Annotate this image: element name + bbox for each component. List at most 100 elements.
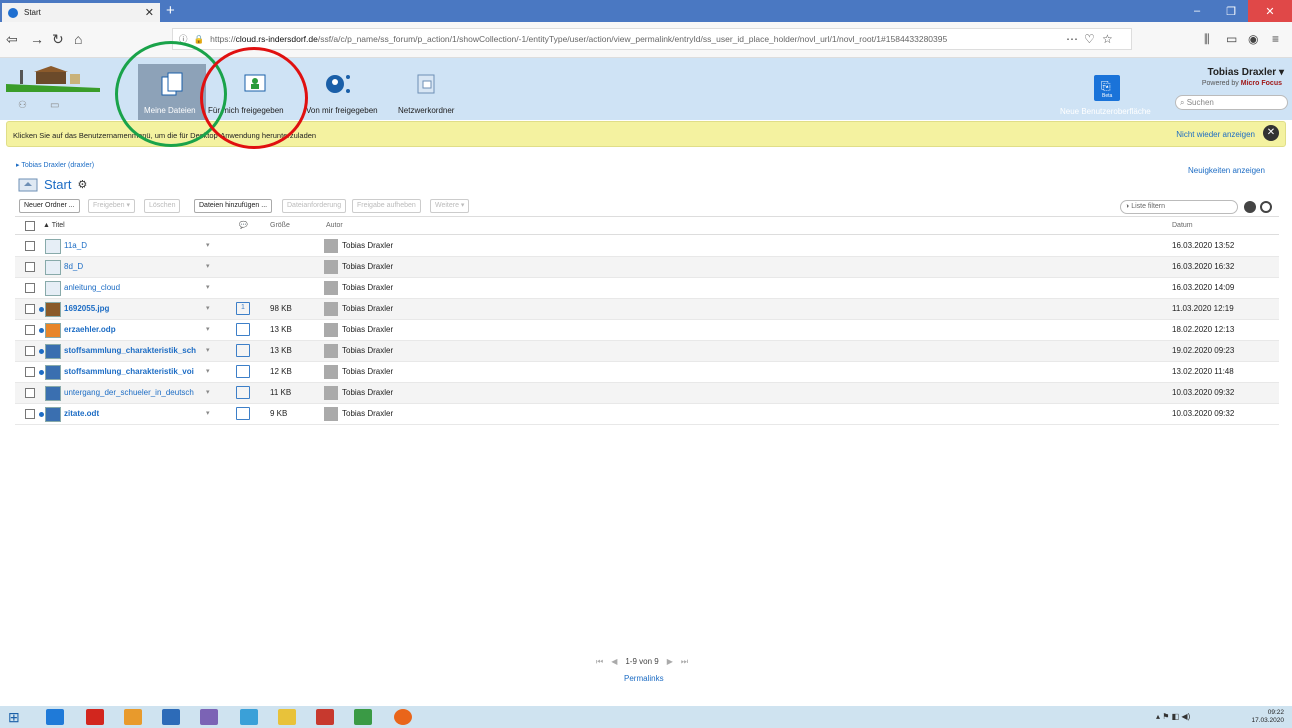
row-menu-icon[interactable]: ▾ bbox=[206, 409, 210, 417]
author-name[interactable]: Tobias Draxler bbox=[342, 325, 393, 334]
column-size[interactable]: Größe bbox=[270, 222, 290, 229]
nav-shared-by-me[interactable]: Von mir freigegeben bbox=[306, 106, 378, 115]
comment-icon[interactable] bbox=[236, 365, 250, 378]
file-name-link[interactable]: stoffsammlung_charakteristik_voi bbox=[64, 367, 202, 376]
filter-go-icon[interactable] bbox=[1244, 201, 1256, 213]
table-row[interactable]: stoffsammlung_charakteristik_sch ▾ 13 KB To… bbox=[15, 341, 1279, 362]
prev-page-icon[interactable]: ◀ bbox=[611, 657, 617, 667]
menu-icon[interactable]: ≡ bbox=[1272, 32, 1279, 46]
table-row[interactable]: anleitung_cloud ▾ Tobias Draxler 16.03.2020… bbox=[15, 278, 1279, 299]
author-name[interactable]: Tobias Draxler bbox=[342, 367, 393, 376]
network-folder-icon[interactable] bbox=[406, 66, 446, 102]
row-menu-icon[interactable]: ▾ bbox=[206, 367, 210, 375]
new-folder-button[interactable]: Neuer Ordner ... bbox=[19, 199, 80, 213]
row-checkbox[interactable] bbox=[25, 409, 35, 419]
author-name[interactable]: Tobias Draxler bbox=[342, 262, 393, 271]
column-date[interactable]: Datum bbox=[1172, 222, 1193, 229]
next-page-icon[interactable]: ▶ bbox=[667, 657, 673, 667]
add-files-button[interactable]: Dateien hinzufügen ... bbox=[194, 199, 273, 213]
row-menu-icon[interactable]: ▾ bbox=[206, 241, 210, 249]
table-row[interactable]: stoffsammlung_charakteristik_voi ▾ 12 KB To… bbox=[15, 362, 1279, 383]
network-app-icon[interactable] bbox=[240, 709, 258, 725]
share-button[interactable]: Freigeben ▾ bbox=[88, 199, 135, 213]
page-options-icon[interactable]: ⚙ bbox=[77, 178, 87, 191]
row-checkbox[interactable] bbox=[25, 346, 35, 356]
browser-tab[interactable]: Start ✕ bbox=[2, 3, 160, 22]
file-request-button[interactable]: Dateianforderung bbox=[282, 199, 347, 213]
row-menu-icon[interactable]: ▾ bbox=[206, 283, 210, 291]
row-menu-icon[interactable]: ▾ bbox=[206, 325, 210, 333]
comment-icon[interactable] bbox=[236, 344, 250, 357]
tab-close-icon[interactable]: ✕ bbox=[145, 6, 154, 19]
shared-by-me-icon[interactable] bbox=[318, 66, 358, 102]
table-row[interactable]: zitate.odt ▾ 9 KB Tobias Draxler 10.03.2020 … bbox=[15, 404, 1279, 425]
row-checkbox[interactable] bbox=[25, 367, 35, 377]
page-actions-icon[interactable]: ⋯ bbox=[1066, 32, 1078, 46]
comment-icon[interactable] bbox=[236, 407, 250, 420]
file-name-link[interactable]: stoffsammlung_charakteristik_sch bbox=[64, 346, 202, 355]
row-menu-icon[interactable]: ▾ bbox=[206, 388, 210, 396]
internet-explorer-icon[interactable] bbox=[46, 709, 64, 725]
comment-icon[interactable] bbox=[236, 323, 250, 336]
last-page-icon[interactable]: ⏭ bbox=[681, 657, 688, 667]
author-name[interactable]: Tobias Draxler bbox=[342, 283, 393, 292]
impress-icon[interactable] bbox=[316, 709, 334, 725]
reload-icon[interactable]: ↻ bbox=[52, 31, 64, 47]
maximize-icon[interactable]: ❐ bbox=[1214, 0, 1248, 22]
file-manager-icon[interactable] bbox=[124, 709, 142, 725]
table-options-icon[interactable] bbox=[1260, 201, 1272, 213]
pocket-icon[interactable]: ♡ bbox=[1084, 32, 1095, 46]
library-icon[interactable]: ⫼ bbox=[1204, 32, 1210, 47]
delete-button[interactable]: Löschen bbox=[144, 199, 181, 213]
row-checkbox[interactable] bbox=[25, 283, 35, 293]
row-menu-icon[interactable]: ▾ bbox=[206, 304, 210, 312]
author-name[interactable]: Tobias Draxler bbox=[342, 388, 393, 397]
author-name[interactable]: Tobias Draxler bbox=[342, 241, 393, 250]
extension-icon[interactable]: ◉ bbox=[1248, 32, 1258, 46]
row-menu-icon[interactable]: ▾ bbox=[206, 346, 210, 354]
nav-network-folders[interactable]: Netzwerkordner bbox=[398, 106, 454, 115]
more-button[interactable]: Weitere ▾ bbox=[430, 199, 470, 213]
folder-app-icon[interactable] bbox=[278, 709, 296, 725]
monitor-icon[interactable]: ▭ bbox=[50, 100, 59, 111]
windows-start-icon[interactable]: ⊞ bbox=[8, 709, 26, 725]
author-name[interactable]: Tobias Draxler bbox=[342, 409, 393, 418]
table-row[interactable]: erzaehler.odp ▾ 13 KB Tobias Draxler 18.02.2… bbox=[15, 320, 1279, 341]
table-row[interactable]: untergang_der_schueler_in_deutsch ▾ 11 KB T… bbox=[15, 383, 1279, 404]
school-logo[interactable] bbox=[6, 62, 100, 96]
calc-icon[interactable] bbox=[354, 709, 372, 725]
breadcrumb[interactable]: ▸ Tobias Draxler (draxler) bbox=[16, 161, 94, 169]
close-window-icon[interactable]: ✕ bbox=[1248, 0, 1292, 22]
comment-icon[interactable]: 1 bbox=[236, 302, 250, 315]
clock[interactable]: 09:22 17.03.2020 bbox=[1251, 709, 1284, 725]
author-name[interactable]: Tobias Draxler bbox=[342, 304, 393, 313]
presentation-app-icon[interactable] bbox=[162, 709, 180, 725]
file-name-link[interactable]: anleitung_cloud bbox=[64, 283, 202, 292]
tool-icon[interactable] bbox=[200, 709, 218, 725]
column-title[interactable]: ▲ Titel bbox=[43, 222, 65, 229]
row-checkbox[interactable] bbox=[25, 304, 35, 314]
url-bar[interactable]: ⓘ 🔒 https://cloud.rs-indersdorf.de/ssf/a… bbox=[172, 28, 1132, 50]
filter-input[interactable]: ◑ Liste filtern bbox=[1120, 200, 1238, 214]
comment-icon[interactable] bbox=[236, 386, 250, 399]
new-ui-icon[interactable]: ⎘ Beta bbox=[1094, 75, 1120, 101]
people-icon[interactable]: ⚇ bbox=[18, 100, 27, 111]
search-input[interactable]: ⌕ Suchen bbox=[1175, 95, 1288, 110]
file-name-link[interactable]: zitate.odt bbox=[64, 409, 202, 418]
new-tab-icon[interactable]: + bbox=[166, 2, 175, 20]
select-all-checkbox[interactable] bbox=[25, 221, 35, 231]
author-name[interactable]: Tobias Draxler bbox=[342, 346, 393, 355]
show-news-link[interactable]: Neuigkeiten anzeigen bbox=[1188, 166, 1265, 175]
row-checkbox[interactable] bbox=[25, 262, 35, 272]
table-row[interactable]: 8d_D ▾ Tobias Draxler 16.03.2020 16:32 bbox=[15, 257, 1279, 278]
minimize-icon[interactable]: – bbox=[1180, 0, 1214, 22]
system-tray-icons[interactable]: ▴ ⚑ ◧ ◀) bbox=[1156, 712, 1190, 721]
back-icon[interactable]: ⇦ bbox=[6, 31, 18, 47]
row-checkbox[interactable] bbox=[25, 241, 35, 251]
first-page-icon[interactable]: ⏮ bbox=[596, 657, 603, 667]
firefox-icon[interactable] bbox=[394, 709, 412, 725]
file-name-link[interactable]: 8d_D bbox=[64, 262, 202, 271]
file-name-link[interactable]: erzaehler.odp bbox=[64, 325, 202, 334]
permalinks-link[interactable]: Permalinks bbox=[624, 674, 664, 683]
file-name-link[interactable]: 1692055.jpg bbox=[64, 304, 202, 313]
